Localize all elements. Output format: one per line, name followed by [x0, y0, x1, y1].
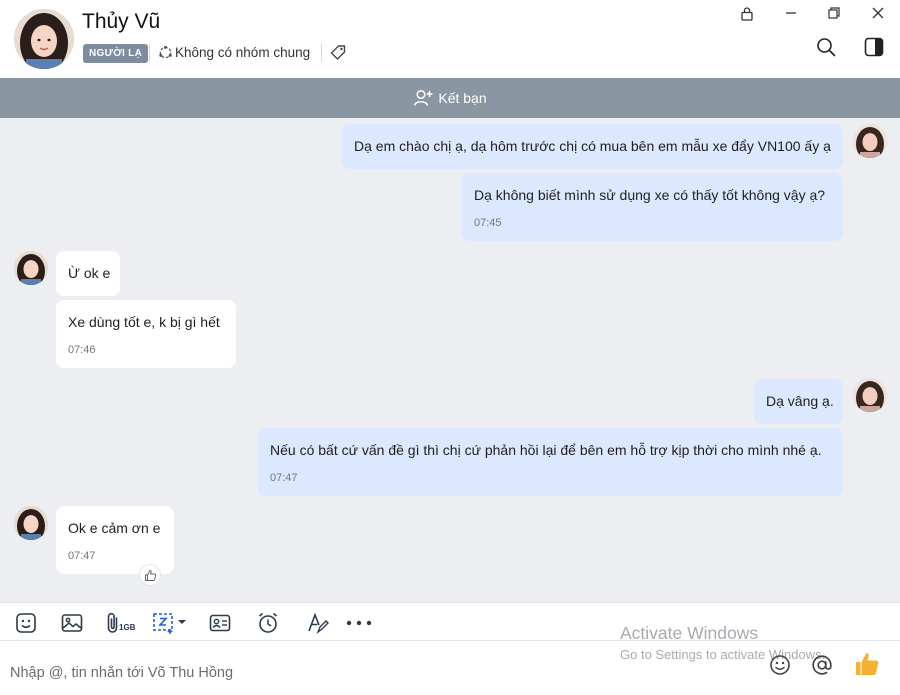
group-icon: [159, 45, 172, 59]
thumbs-up-icon: [144, 569, 156, 581]
minimize-icon[interactable]: [780, 3, 802, 23]
image-icon[interactable]: [60, 611, 84, 635]
message-bubble-outgoing[interactable]: Nếu có bất cứ vấn đề gì thì chị cứ phản …: [258, 428, 843, 496]
message-bubble-outgoing[interactable]: Dạ em chào chị ạ, dạ hôm trước chị có mu…: [342, 124, 843, 169]
stranger-badge: NGƯỜI LẠ: [83, 44, 149, 63]
message-time: 07:47: [270, 472, 298, 484]
message-input[interactable]: [10, 663, 610, 683]
react-like-button[interactable]: [139, 564, 161, 586]
more-options-icon[interactable]: [345, 611, 373, 635]
message-bubble-incoming[interactable]: Ừ ok e: [56, 251, 120, 296]
my-avatar[interactable]: [853, 124, 887, 158]
reminder-clock-icon[interactable]: [256, 611, 280, 635]
emoji-icon[interactable]: [768, 653, 792, 677]
add-friend-bar: Kết bạn: [0, 78, 900, 118]
close-icon[interactable]: [867, 3, 889, 23]
message-time: 07:47: [68, 550, 96, 562]
message-text: Ok e cảm ơn e: [68, 520, 161, 536]
message-bubble-outgoing[interactable]: Dạ không biết mình sử dụng xe có thấy tố…: [462, 173, 843, 241]
common-groups-label[interactable]: Không có nhóm chung: [175, 45, 310, 60]
composer-toolbar: 1GB: [0, 602, 900, 641]
side-panel-icon[interactable]: [863, 36, 885, 58]
message-text: Dạ không biết mình sử dụng xe có thấy tố…: [474, 187, 826, 203]
message-text: Dạ em chào chị ạ, dạ hôm trước chị có mu…: [354, 138, 831, 154]
mention-icon[interactable]: [810, 653, 834, 677]
contact-avatar-small[interactable]: [14, 506, 48, 540]
sticker-icon[interactable]: [14, 611, 38, 635]
divider: [149, 44, 150, 62]
message-time: 07:45: [474, 217, 502, 229]
activation-watermark-title: Activate Windows: [620, 623, 759, 643]
chat-header: Thủy Vũ NGƯỜI LẠ Không có nhóm chung: [0, 0, 900, 78]
my-avatar[interactable]: [853, 378, 887, 412]
contact-card-icon[interactable]: [208, 611, 232, 635]
divider: [321, 44, 322, 62]
add-user-icon: [414, 89, 433, 106]
message-text: Nếu có bất cứ vấn đề gì thì chị cứ phản …: [270, 442, 822, 458]
contact-avatar[interactable]: [14, 9, 74, 69]
file-size-limit: 1GB: [119, 623, 136, 632]
tag-icon[interactable]: [329, 44, 347, 62]
search-icon[interactable]: [815, 36, 837, 58]
activation-watermark-subtitle: Go to Settings to activate Windows.: [620, 647, 826, 662]
message-text: Dạ vâng ạ.: [766, 393, 834, 409]
message-text: Ừ ok e: [68, 265, 111, 281]
message-bubble-incoming[interactable]: Xe dùng tốt e, k bị gì hết 07:46: [56, 300, 236, 368]
chat-messages[interactable]: Dạ em chào chị ạ, dạ hôm trước chị có mu…: [0, 118, 900, 602]
message-bubble-outgoing[interactable]: Dạ vâng ạ.: [754, 379, 843, 424]
contact-avatar-small[interactable]: [14, 251, 48, 285]
quick-like-icon[interactable]: [853, 650, 881, 678]
text-format-icon[interactable]: [306, 611, 330, 635]
add-friend-label: Kết bạn: [438, 90, 487, 106]
restore-icon[interactable]: [823, 3, 845, 23]
add-friend-button[interactable]: Kết bạn: [413, 89, 487, 107]
message-bubble-incoming[interactable]: Ok e cảm ơn e 07:47: [56, 506, 174, 574]
contact-name[interactable]: Thủy Vũ: [82, 10, 160, 34]
message-time: 07:46: [68, 344, 96, 356]
screenshot-icon[interactable]: [152, 611, 190, 635]
message-text: Xe dùng tốt e, k bị gì hết: [68, 314, 220, 330]
lock-icon[interactable]: [736, 3, 758, 23]
